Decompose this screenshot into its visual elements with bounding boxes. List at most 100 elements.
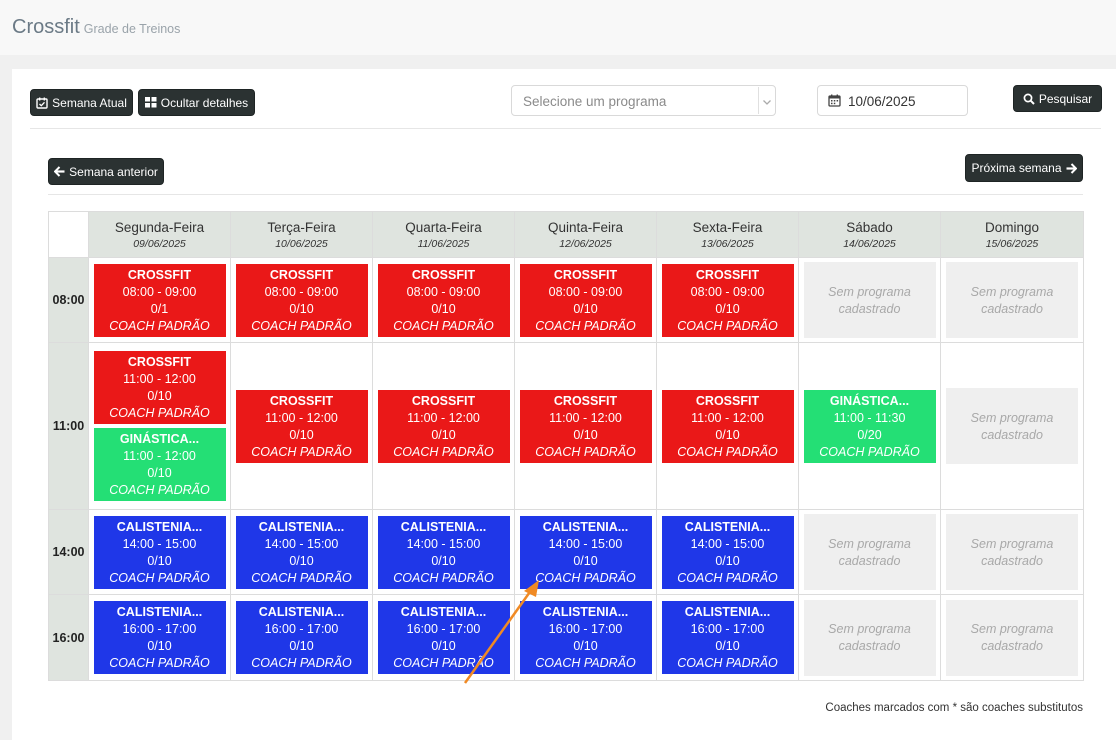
class-name: GINÁSTICA... [829,393,910,408]
schedule-cell: CALISTENIA... 16:00 - 17:00 0/10 COACH PADR… [656,594,799,681]
class-coach: COACH PADRÃO [819,444,920,459]
class-coach: COACH PADRÃO [535,444,636,459]
current-week-button[interactable]: Semana Atual [30,89,133,116]
class-time: 11:00 - 12:00 [123,372,196,386]
previous-week-button[interactable]: Semana anterior [48,158,164,185]
hide-details-label: Ocultar detalhes [160,95,249,110]
schedule-cell: GINÁSTICA... 11:00 - 11:30 0/20 COACH PADRÃ… [798,342,941,510]
empty-slot: Sem programa cadastrado [803,599,936,676]
search-button[interactable]: Pesquisar [1013,85,1102,112]
schedule-cell: Sem programa cadastrado [798,594,941,681]
empty-slot-text: Sem programa [828,622,911,636]
time-row: 16:00 CALISTENIA... 16:00 - 17:00 0/10 COACH… [48,594,1084,681]
class-card[interactable]: CROSSFIT 08:00 - 09:00 0/1 COACH PADRÃO [93,263,226,337]
class-card[interactable]: CALISTENIA... 16:00 - 17:00 0/10 COACH PADR… [93,601,226,674]
class-card[interactable]: CALISTENIA... 14:00 - 15:00 0/10 COACH PADR… [93,515,226,589]
empty-slot-text: Sem programa [970,622,1054,636]
class-card[interactable]: CROSSFIT 08:00 - 09:00 0/10 COACH PADRÃO [661,263,794,337]
class-time: 14:00 - 15:00 [264,536,339,551]
day-header-0: Segunda-Feira 09/06/2025 [88,211,231,258]
empty-slot-text: Sem programa [970,536,1054,551]
class-time: 08:00 - 09:00 [690,284,765,299]
grid-icon [144,97,157,108]
class-time: 08:00 - 09:00 [264,284,339,299]
page-title: Crossfit Grade de Treinos [12,16,180,39]
class-name: CALISTENIA... [116,519,203,534]
class-card[interactable]: CALISTENIA... 16:00 - 17:00 0/10 COACH PADR… [235,601,368,674]
schedule-cell: Sem programa cadastrado [940,594,1084,681]
class-card[interactable]: CROSSFIT 11:00 - 12:00 0/10 COACH PADRÃO [235,389,368,463]
class-name: CALISTENIA... [684,519,771,534]
class-card[interactable]: CROSSFIT 08:00 - 09:00 0/10 COACH PADRÃO [235,263,368,337]
class-time: 14:00 - 15:00 [406,536,481,551]
program-select[interactable]: Selecione um programa [511,85,776,116]
class-card[interactable]: CROSSFIT 08:00 - 09:00 0/10 COACH PADRÃO [519,263,652,337]
day-header-1: Terça-Feira 10/06/2025 [230,211,373,258]
day-name: Sábado [846,219,893,235]
day-header-3: Quinta-Feira 12/06/2025 [514,211,657,258]
schedule-cell: Sem programa cadastrado [940,257,1084,343]
time-row: 11:00 CROSSFIT 11:00 - 12:00 0/10 COACH PADR… [48,342,1084,510]
class-time: 11:00 - 12:00 [549,410,622,425]
empty-slot-text: cadastrado [981,553,1043,568]
class-time: 08:00 - 09:00 [406,284,481,299]
empty-slot: Sem programa cadastrado [803,514,936,590]
class-card[interactable]: CALISTENIA... 16:00 - 17:00 0/10 COACH PADR… [661,601,794,674]
class-coach: COACH PADRÃO [535,318,636,333]
day-header-2: Quarta-Feira 11/06/2025 [372,211,515,258]
class-time: 08:00 - 09:00 [122,284,197,299]
empty-slot-text: Sem programa [970,284,1054,299]
schedule-cell: CROSSFIT 08:00 - 09:00 0/10 COACH PADRÃO [514,257,657,343]
class-name: CROSSFIT [127,267,192,282]
top-bar: Crossfit Grade de Treinos [0,0,1116,55]
class-card[interactable]: CROSSFIT 11:00 - 12:00 0/10 COACH PADRÃO [93,351,226,424]
arrow-right-icon [1066,162,1077,174]
day-name: Quinta-Feira [547,219,624,235]
class-name: CALISTENIA... [116,605,203,619]
time-slot-label: 16:00 [48,594,89,681]
class-card[interactable]: CROSSFIT 11:00 - 12:00 0/10 COACH PADRÃO [519,389,652,463]
class-coach: COACH PADRÃO [677,570,778,585]
day-date: 09/06/2025 [133,237,186,250]
class-name: CROSSFIT [553,267,618,282]
class-name: CALISTENIA... [684,605,771,619]
page-title-text: Crossfit [12,16,80,38]
calendar-icon [828,94,841,112]
schedule-cell: CALISTENIA... 14:00 - 15:00 0/10 COACH PADR… [230,509,373,595]
schedule-cell: CROSSFIT 11:00 - 12:00 0/10 COACH PADRÃO [656,342,799,510]
class-occupancy: 0/10 [147,553,172,568]
class-coach: COACH PADRÃO [393,318,494,333]
class-occupancy: 0/10 [573,553,598,568]
class-occupancy: 0/10 [289,427,314,442]
class-name: CROSSFIT [269,267,334,282]
hide-details-button[interactable]: Ocultar detalhes [138,89,255,116]
class-time: 14:00 - 15:00 [690,536,765,551]
class-name: CROSSFIT [411,267,476,282]
class-occupancy: 0/20 [857,427,882,442]
class-occupancy: 0/10 [147,389,172,403]
class-card[interactable]: GINÁSTICA... 11:00 - 11:30 0/20 COACH PADRÃ… [803,389,936,463]
empty-slot: Sem programa cadastrado [803,262,936,338]
class-card[interactable]: CROSSFIT 08:00 - 09:00 0/10 COACH PADRÃO [377,263,510,337]
class-card[interactable]: GINÁSTICA... 11:00 - 12:00 0/10 COACH PADRÃ… [93,428,226,501]
schedule-cell: CROSSFIT 08:00 - 09:00 0/1 COACH PADRÃO [88,257,231,343]
class-time: 14:00 - 15:00 [548,536,623,551]
day-name: Quarta-Feira [405,219,482,235]
class-card[interactable]: CALISTENIA... 14:00 - 15:00 0/10 COACH PADR… [661,515,794,589]
class-card[interactable]: CALISTENIA... 14:00 - 15:00 0/10 COACH PADR… [235,515,368,589]
next-week-label: Próxima semana [971,161,1062,175]
toolbar-divider [30,128,1101,129]
class-coach: COACH PADRÃO [109,570,210,585]
next-week-button[interactable]: Próxima semana [965,154,1083,182]
day-name: Terça-Feira [267,219,336,235]
date-input[interactable]: 10/06/2025 [817,85,968,116]
class-card[interactable]: CROSSFIT 11:00 - 12:00 0/10 COACH PADRÃO [661,389,794,463]
day-name: Segunda-Feira [114,219,205,235]
day-date: 12/06/2025 [559,237,612,250]
class-occupancy: 0/10 [573,301,598,316]
class-card[interactable]: CROSSFIT 11:00 - 12:00 0/10 COACH PADRÃO [377,389,510,463]
empty-slot-text: Sem programa [828,536,911,551]
empty-slot: Sem programa cadastrado [946,599,1078,676]
schedule-cell: CALISTENIA... 14:00 - 15:00 0/10 COACH PADR… [656,509,799,595]
schedule-cell: CROSSFIT 08:00 - 09:00 0/10 COACH PADRÃO [656,257,799,343]
